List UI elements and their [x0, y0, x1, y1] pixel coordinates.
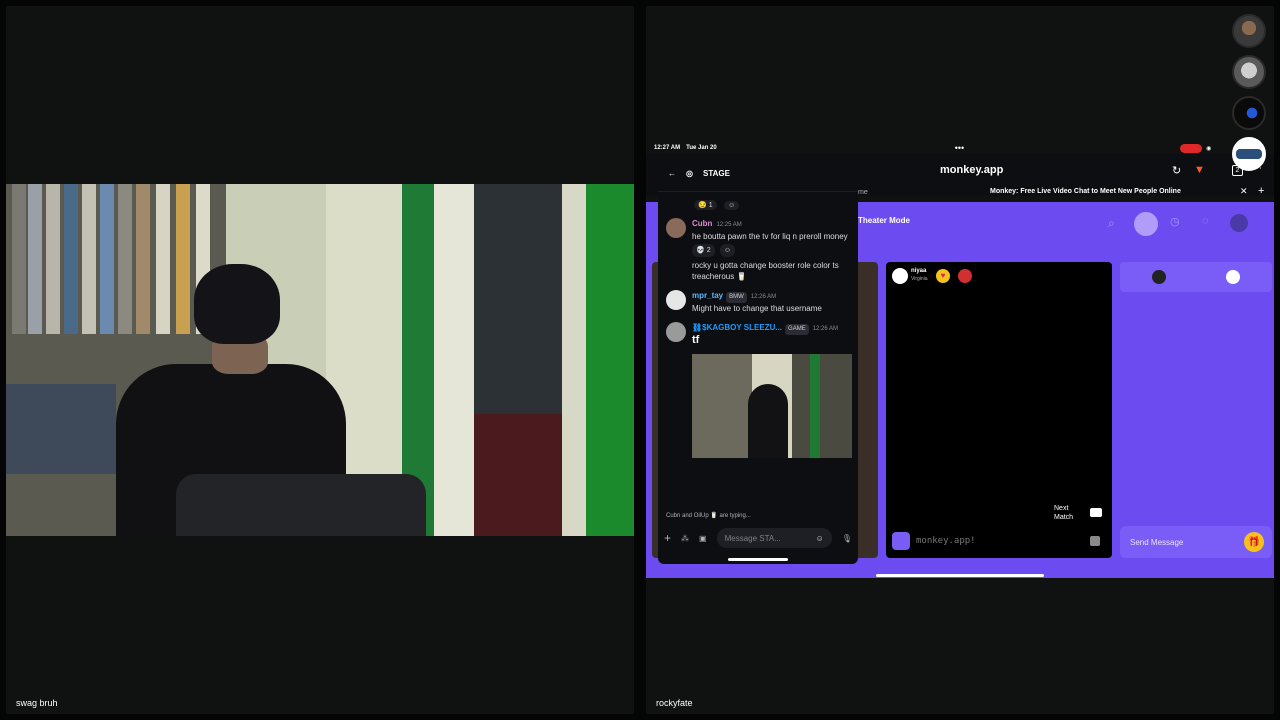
apps-icon[interactable]: ⁂	[681, 534, 689, 543]
reaction-chip[interactable]: 💀 2	[692, 244, 715, 257]
next-match-button[interactable]: Next Match	[1054, 504, 1082, 522]
gift-icon[interactable]: 🎁	[1244, 532, 1264, 552]
webcam-feed	[6, 184, 634, 536]
more-dots-icon: •••	[954, 143, 965, 153]
beanie	[194, 264, 280, 344]
message-time: 12:25 AM	[716, 222, 742, 228]
history-avatar-1[interactable]	[1152, 270, 1166, 284]
mic-icon[interactable]: 🎙	[842, 534, 852, 543]
match-location: Virginia	[911, 276, 928, 282]
monkey-logo-icon[interactable]	[1134, 212, 1158, 236]
theater-mode-button[interactable]: Theater Mode	[858, 216, 910, 225]
heart-badge-icon: ♥	[936, 269, 950, 283]
status-time: 12:27 AM	[654, 145, 681, 151]
message[interactable]: Cubn 12:25 AM he boutta pawn the tv for l…	[658, 214, 858, 286]
channel-name: STAGE	[702, 169, 730, 178]
avatar[interactable]	[666, 322, 686, 342]
next-arrow-icon[interactable]	[1090, 508, 1102, 517]
message-text: Might have to change that username	[692, 304, 822, 313]
status-date: Tue Jan 20	[686, 145, 717, 151]
bag	[176, 474, 426, 536]
message-author[interactable]: Cubn	[692, 219, 712, 228]
participant-tile-left[interactable]: swag bruh	[6, 6, 634, 714]
server-tag: GAME	[785, 324, 809, 335]
message-text: tf	[692, 334, 700, 346]
message-time: 12:26 AM	[750, 294, 777, 300]
participant-avatar-rail	[1232, 14, 1266, 171]
send-message-placeholder: Send Message	[1130, 537, 1184, 547]
url-bar[interactable]: monkey.app	[940, 164, 1003, 176]
history-icon[interactable]: ◷	[1170, 215, 1180, 228]
typing-indicator: Cubn and OilUp 🥛 are typing...	[666, 513, 751, 519]
wifi-icon: ◉	[1206, 145, 1212, 152]
message-time: 12:26 AM	[812, 326, 839, 332]
message-author[interactable]: ⛓$KAGBOY SLEEZU...	[692, 323, 782, 332]
discord-home-indicator	[728, 558, 788, 561]
reaction-chip[interactable]: 😏 1	[694, 200, 717, 210]
avatar[interactable]	[666, 218, 686, 238]
participant-avatar[interactable]	[1232, 137, 1266, 171]
participant-name: swag bruh	[16, 698, 58, 708]
message-text: rocky u gotta change booster role color …	[692, 261, 839, 281]
emoji-icon[interactable]: ☺	[816, 534, 824, 543]
match-name: niyaa	[911, 268, 927, 274]
channel-header: ← ◎ STAGE	[658, 156, 858, 192]
message-author[interactable]: mpr_tay	[692, 291, 723, 300]
stage-icon: ◎	[686, 169, 693, 178]
new-tab-icon[interactable]: +	[1258, 185, 1264, 197]
record-indicator-icon	[1180, 143, 1203, 153]
composer: + ⁂ ▣ Message STA... ☺ 🎙	[664, 526, 852, 550]
match-history-card[interactable]	[1120, 262, 1272, 292]
close-tab-icon[interactable]: ✕	[1240, 186, 1248, 197]
add-reaction-icon[interactable]: ☺	[724, 201, 740, 210]
monkey-watermark-logo	[892, 532, 910, 550]
ipad-status-bar: 12:27 AM Tue Jan 20 ••• ◉	[654, 142, 1266, 154]
back-arrow-icon[interactable]: ←	[668, 169, 676, 178]
message[interactable]: ⛓$KAGBOY SLEEZU... GAME 12:26 AM tf	[658, 318, 858, 350]
message-input[interactable]: Message STA... ☺	[716, 528, 832, 548]
video-call-grid: swag bruh 12:27 AM Tue Jan 20 ••• ◉ monk…	[0, 0, 1280, 720]
history-avatar-2[interactable]	[1226, 270, 1240, 284]
discord-slide-over: ← ◎ STAGE 😏 1 ☺ Cubn 12:25 AM he boutta p…	[658, 156, 858, 564]
avatar[interactable]	[666, 290, 686, 310]
devil-badge-icon	[958, 269, 972, 283]
home-indicator	[876, 574, 1044, 577]
watermark-text: monkey.app!	[916, 536, 976, 546]
send-message-input[interactable]: Send Message 🎁	[1120, 526, 1272, 558]
message-text: he boutta pawn the tv for liq n preroll …	[692, 232, 848, 241]
background-tab[interactable]: me	[858, 189, 868, 196]
active-tab-title[interactable]: Monkey: Free Live Video Chat to Meet New…	[990, 188, 1181, 195]
report-icon[interactable]	[1090, 536, 1100, 546]
participant-avatar[interactable]	[1232, 96, 1266, 130]
plus-icon[interactable]: +	[664, 531, 671, 545]
server-tag: BMW	[726, 292, 747, 303]
add-reaction-icon[interactable]: ☺	[719, 244, 736, 257]
gift-icon[interactable]: ▣	[699, 534, 707, 543]
chat-icon[interactable]: ◌	[1202, 215, 1209, 227]
participant-name: rockyfate	[656, 698, 693, 708]
search-icon[interactable]: ⌕	[1108, 216, 1115, 231]
participant-tile-right[interactable]: 12:27 AM Tue Jan 20 ••• ◉ monkey.app ↻ ▼…	[646, 6, 1274, 714]
match-video: niyaa Virginia ♥ Next Match monkey.app!	[886, 262, 1112, 558]
reload-icon[interactable]: ↻	[1172, 164, 1181, 177]
profile-avatar[interactable]	[1230, 214, 1248, 232]
participant-avatar[interactable]	[1232, 14, 1266, 48]
participant-avatar[interactable]	[1232, 55, 1266, 89]
image-attachment[interactable]	[692, 354, 852, 458]
match-avatar	[892, 268, 908, 284]
message-placeholder: Message STA...	[724, 533, 781, 543]
message[interactable]: mpr_tay BMW 12:26 AM Might have to change …	[658, 286, 858, 318]
brave-shield-icon[interactable]: ▼	[1194, 164, 1205, 176]
